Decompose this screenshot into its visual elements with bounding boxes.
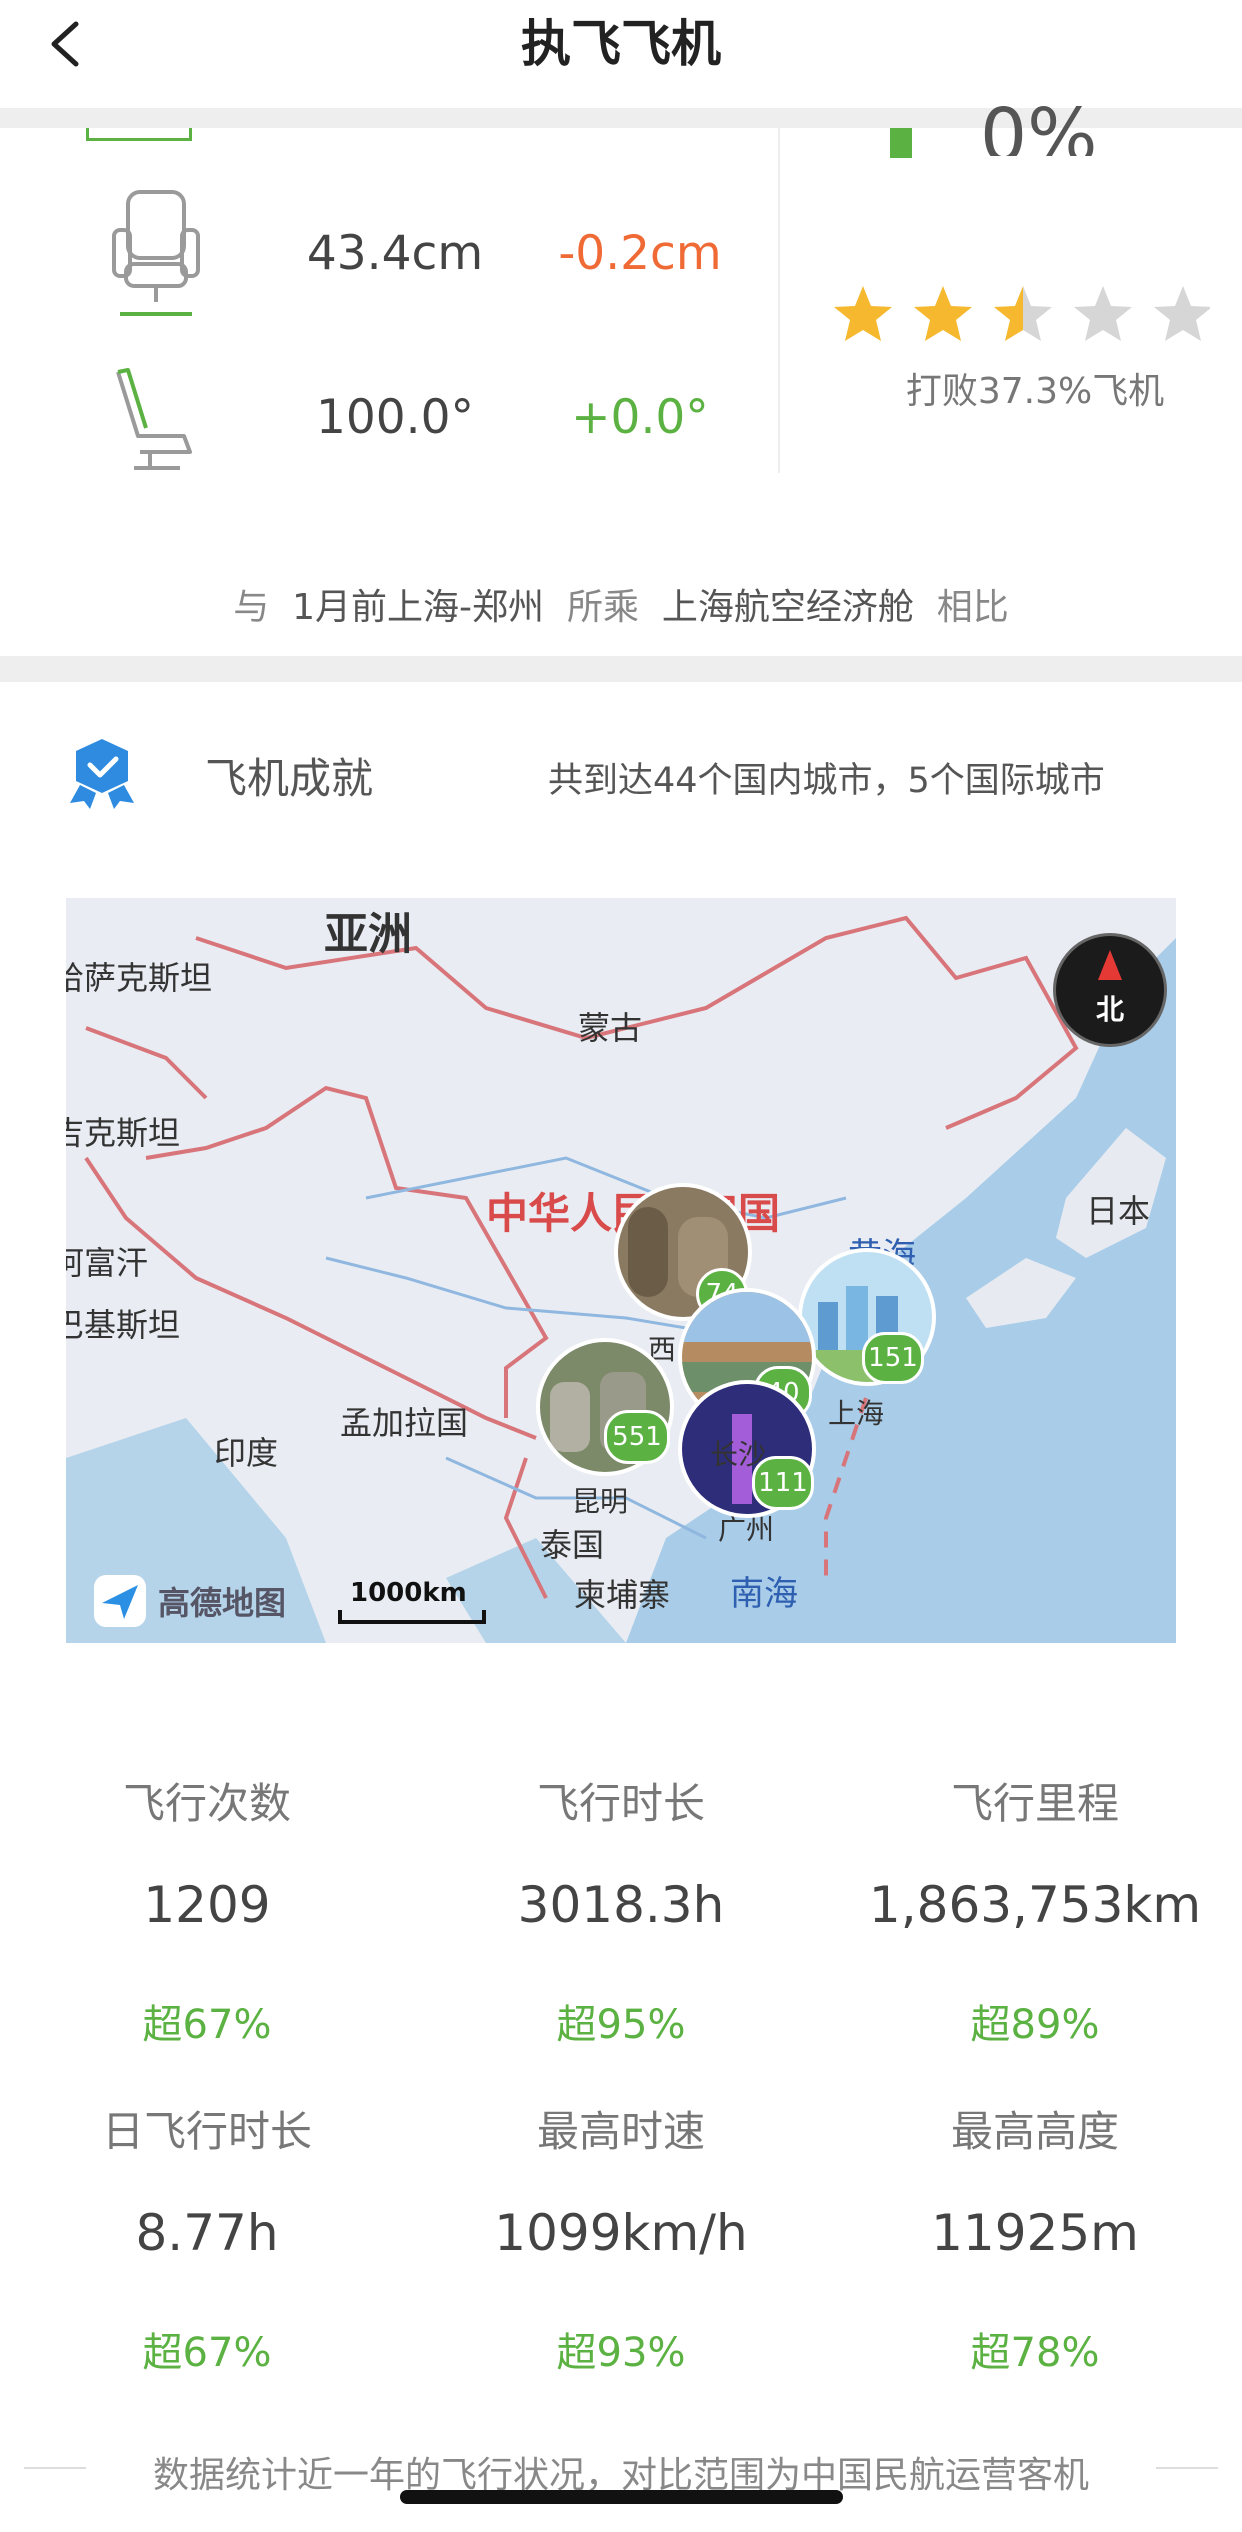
stat-value: 8.77h (135, 2204, 279, 2262)
stat-label: 最高高度 (950, 2107, 1119, 2156)
stat-percentile: 超78% (970, 2330, 1100, 2376)
compare-prefix: 与 (233, 587, 270, 628)
stat-value: 1099km/h (494, 2204, 748, 2262)
seat-angle-value: 100.0° (315, 390, 475, 445)
stat-value: 1209 (143, 1876, 271, 1934)
stat-value: 1,863,753km (868, 1876, 1202, 1934)
map-scale-label: 1000km (350, 1578, 467, 1608)
stat-percentile: 超93% (556, 2330, 686, 2376)
star-icon-3 (994, 286, 1052, 341)
compass-button[interactable]: 北 (1053, 933, 1167, 1047)
percent-bar-partial (890, 128, 912, 158)
comfort-percent-partial: 0% (980, 96, 1098, 156)
star-icon-4 (1074, 286, 1132, 341)
map-label-south-sea: 南海 (730, 1574, 798, 1614)
map-label-shanghai: 上海 (828, 1397, 885, 1430)
section-separator (0, 656, 1242, 682)
stat-label: 最高时速 (536, 2107, 705, 2156)
map-label-thailand: 泰国 (540, 1526, 605, 1564)
map-label-cambodia: 柬埔寨 (574, 1576, 671, 1614)
compass-north-label: 北 (1095, 993, 1124, 1026)
map-label-bangladesh: 孟加拉国 (340, 1404, 469, 1442)
star-icon-1 (834, 286, 892, 341)
stat-label: 日飞行时长 (101, 2107, 312, 2156)
stat-label: 飞行时长 (536, 1779, 705, 1828)
stat-label: 飞行次数 (122, 1779, 291, 1828)
map-label-asia: 亚洲 (324, 909, 412, 960)
stat-percentile: 超89% (970, 2002, 1100, 2048)
achievement-summary: 共到达44个国内城市，5个国际城市 (548, 761, 1105, 801)
flight-map[interactable]: 亚洲 哈萨克斯坦 蒙古 吉克斯坦 阿富汗 巴基斯坦 中华人民共和国 日本 黄海 … (66, 898, 1176, 1643)
stat-value: 3018.3h (517, 1876, 725, 1934)
star-icon-5 (1154, 286, 1210, 341)
stat-percentile: 超95% (556, 2002, 686, 2048)
map-label-mongolia: 蒙古 (578, 1009, 643, 1047)
seat-recline-icon (116, 368, 192, 470)
map-label-kunming: 昆明 (572, 1485, 629, 1518)
achievement-title: 飞机成就 (205, 754, 374, 803)
map-label-afghanistan: 阿富汗 (66, 1244, 149, 1282)
rating-stars (834, 286, 1210, 341)
seat-icon-partial (86, 128, 192, 141)
stat-value: 11925m (931, 2204, 1139, 2262)
map-label-kyrgyzstan: 吉克斯坦 (66, 1114, 181, 1152)
map-label-pakistan: 巴基斯坦 (66, 1306, 181, 1344)
compare-suffix: 相比 (936, 587, 1009, 628)
amap-logo-icon (94, 1575, 146, 1627)
compare-text: 与 1月前上海-郑州 所乘 上海航空经济舱 相比 (0, 578, 1242, 630)
vertical-divider (778, 128, 780, 473)
seat-angle-delta: +0.0° (571, 390, 709, 445)
star-icon-2 (914, 286, 972, 341)
seat-width-value: 43.4cm (306, 226, 484, 281)
stat-label: 飞行里程 (950, 1779, 1119, 1828)
cluster-count-badge: 151 (862, 1332, 924, 1384)
beat-percentage: 打败37.3%飞机 (905, 371, 1165, 412)
cluster-count-badge: 551 (604, 1410, 670, 1464)
seat-width-icon (112, 190, 200, 316)
page-title: 执飞飞机 (521, 15, 721, 73)
compare-middle: 所乘 (566, 587, 639, 628)
stat-percentile: 超67% (142, 2002, 272, 2048)
map-label-kazakhstan: 哈萨克斯坦 (66, 959, 213, 997)
map-label-india: 印度 (214, 1434, 279, 1472)
seat-width-delta: -0.2cm (558, 226, 722, 281)
map-brand-label: 高德地图 (158, 1584, 287, 1622)
map-label-japan: 日本 (1086, 1192, 1151, 1230)
compare-route: 1月前上海-郑州 (292, 587, 545, 628)
stat-percentile: 超67% (142, 2330, 272, 2376)
achievement-badge-icon (70, 739, 134, 809)
compare-cabin: 上海航空经济舱 (661, 587, 914, 628)
home-indicator (400, 2490, 843, 2504)
map-label-changsha: 长沙 (710, 1438, 767, 1471)
